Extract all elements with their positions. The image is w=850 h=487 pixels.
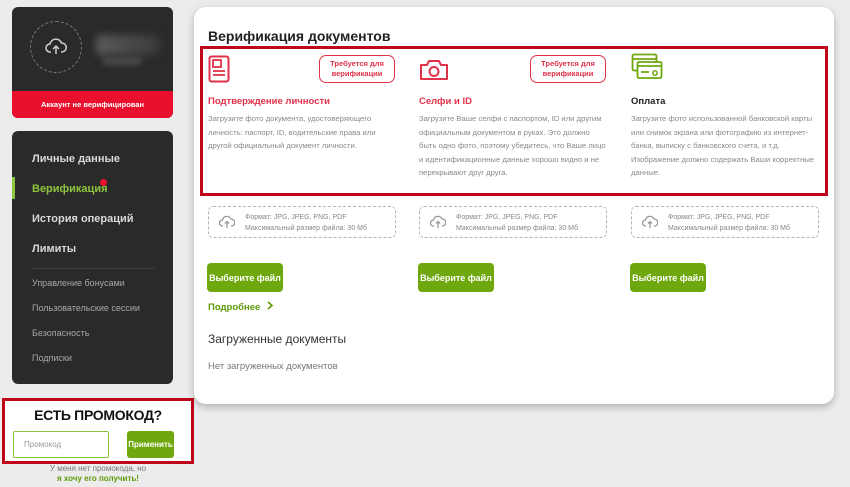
selfie-description: Загрузите Ваше селфи с паспортом, ID или… — [419, 114, 606, 177]
upload-dropzone-identity[interactable]: Формат: JPG, JPEG, PNG, PDF Максимальный… — [208, 206, 396, 238]
nav-item-subscriptions[interactable]: Подписки — [32, 353, 72, 363]
choose-file-button-selfie[interactable]: Выберите файл — [418, 263, 494, 292]
promo-code-box: ЕСТЬ ПРОМОКОД? Промокод Применить — [2, 398, 194, 464]
upload-hint: Формат: JPG, JPEG, PNG, PDF Максимальный… — [245, 212, 367, 234]
nav-item-security[interactable]: Безопасность — [32, 328, 89, 338]
more-info-link[interactable]: Подробнее — [208, 301, 274, 313]
nav-item-limits[interactable]: Лимиты — [32, 243, 76, 255]
payment-title: Оплата — [631, 96, 666, 107]
promo-code-input[interactable]: Промокод — [13, 431, 109, 458]
blurred-user-id — [102, 57, 142, 65]
cloud-upload-icon — [219, 215, 235, 228]
no-documents-text: Нет загруженных документов — [208, 361, 338, 372]
more-info-label: Подробнее — [208, 302, 261, 313]
verification-panel: Верификация документов Требуется для вер… — [194, 7, 834, 404]
promo-title: ЕСТЬ ПРОМОКОД? — [34, 407, 162, 423]
nav-item-verification[interactable]: Верификация — [32, 183, 108, 195]
nav-active-indicator — [12, 177, 15, 199]
cloud-upload-icon — [45, 38, 67, 54]
profile-card: Аккаунт не верифицирован — [12, 7, 173, 118]
nav-item-personal-data[interactable]: Личные данные — [32, 153, 120, 165]
nav-item-history[interactable]: История операций — [32, 213, 134, 225]
nav-divider — [32, 268, 156, 269]
camera-icon — [420, 60, 448, 80]
identity-title: Подтверждение личности — [208, 96, 330, 107]
identity-description: Загрузите фото документа, удостоверяющег… — [208, 114, 376, 150]
choose-file-button-identity[interactable]: Выберите файл — [207, 263, 283, 292]
upload-hint: Формат: JPG, JPEG, PNG, PDF Максимальный… — [668, 212, 790, 234]
required-badge: Требуется для верификации — [530, 55, 606, 83]
cloud-upload-icon — [430, 215, 446, 228]
unverified-status-badge: Аккаунт не верифицирован — [12, 91, 173, 118]
upload-format: Формат: JPG, JPEG, PNG, PDF — [668, 214, 770, 221]
apply-promo-button[interactable]: Применить — [127, 431, 174, 458]
notification-dot — [100, 179, 107, 186]
no-promo-text: У меня нет промокода, но я хочу его полу… — [0, 464, 196, 484]
upload-size: Максимальный размер файла: 30 Мб — [456, 225, 579, 232]
selfie-title: Селфи и ID — [419, 96, 472, 107]
chevron-right-icon — [267, 301, 274, 310]
upload-format: Формат: JPG, JPEG, PNG, PDF — [456, 214, 558, 221]
payment-description: Загрузите фото использованной банковской… — [631, 114, 814, 177]
cloud-upload-icon — [642, 215, 658, 228]
upload-hint: Формат: JPG, JPEG, PNG, PDF Максимальный… — [456, 212, 578, 234]
get-promo-link[interactable]: я хочу его получить! — [0, 474, 196, 484]
page-title: Верификация документов — [208, 28, 391, 44]
id-document-icon — [208, 55, 230, 83]
upload-size: Максимальный размер файла: 30 Мб — [668, 225, 791, 232]
required-badge: Требуется для верификации — [319, 55, 395, 83]
avatar-upload[interactable] — [30, 21, 82, 73]
nav-item-user-sessions[interactable]: Пользовательские сессии — [32, 303, 140, 313]
bank-card-icon — [631, 53, 663, 79]
blurred-username — [96, 35, 160, 55]
sidebar-nav: Личные данные Верификация История операц… — [12, 131, 173, 384]
no-promo-label: У меня нет промокода, но — [49, 464, 147, 473]
nav-item-bonus-management[interactable]: Управление бонусами — [32, 278, 125, 288]
upload-format: Формат: JPG, JPEG, PNG, PDF — [245, 214, 347, 221]
upload-dropzone-selfie[interactable]: Формат: JPG, JPEG, PNG, PDF Максимальный… — [419, 206, 607, 238]
upload-dropzone-payment[interactable]: Формат: JPG, JPEG, PNG, PDF Максимальный… — [631, 206, 819, 238]
upload-size: Максимальный размер файла: 30 Мб — [245, 225, 368, 232]
uploaded-documents-title: Загруженные документы — [208, 332, 347, 346]
choose-file-button-payment[interactable]: Выберите файл — [630, 263, 706, 292]
